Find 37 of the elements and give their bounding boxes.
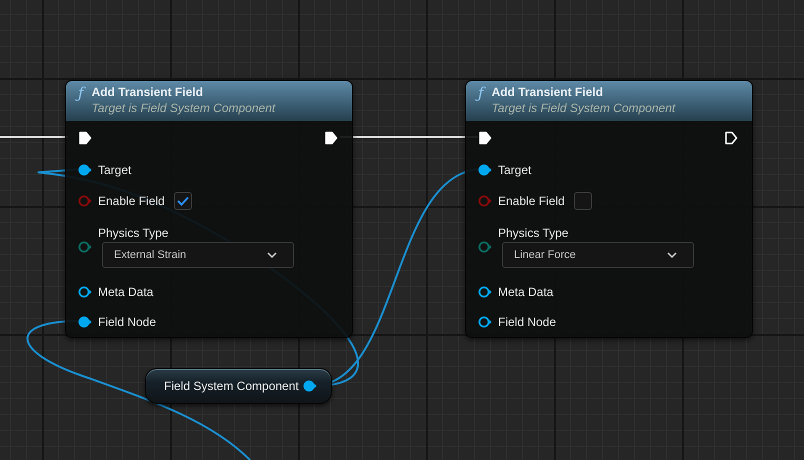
- pin-icon[interactable]: [78, 316, 92, 328]
- pin-icon[interactable]: [478, 316, 492, 328]
- pin-icon[interactable]: [78, 241, 92, 253]
- exec-pin-icon[interactable]: [78, 131, 92, 145]
- function-node[interactable]: ƒ Add Transient Field Target is Field System Component Target Enable Field Physics Type External Strain Meta Data Field Node: [65, 80, 353, 338]
- chevron-down-icon: [267, 252, 277, 258]
- pin-icon[interactable]: [478, 286, 492, 298]
- pin-label: Field Node: [98, 315, 156, 329]
- physics-type-dropdown[interactable]: Linear Force: [502, 242, 694, 268]
- pin-label: Field Node: [498, 315, 556, 329]
- pin-icon[interactable]: [478, 164, 492, 176]
- node-title: Add Transient Field: [92, 84, 204, 100]
- pin-label: Target: [498, 163, 532, 177]
- pin-label: Enable Field: [98, 194, 165, 208]
- exec-wire: [0, 136, 68, 138]
- exec-pin-icon[interactable]: [724, 131, 738, 145]
- node-title: Add Transient Field: [492, 84, 604, 100]
- node-subtitle: Target is Field System Component: [492, 100, 676, 117]
- pin-label: Enable Field: [498, 194, 565, 208]
- function-node[interactable]: ƒ Add Transient Field Target is Field System Component Target Enable Field Physics Type Linear Force Meta Data Field Node: [465, 80, 753, 338]
- node-subtitle: Target is Field System Component: [92, 100, 276, 117]
- pin-label: Target: [98, 163, 132, 177]
- pin-icon[interactable]: [78, 164, 92, 176]
- exec-pin-icon[interactable]: [478, 131, 492, 145]
- pin-icon[interactable]: [478, 241, 492, 253]
- chevron-down-icon: [667, 252, 677, 258]
- physics-type-dropdown[interactable]: External Strain: [102, 242, 294, 268]
- exec-pin-icon[interactable]: [324, 131, 338, 145]
- checkbox[interactable]: [574, 192, 592, 210]
- checkbox[interactable]: [174, 192, 192, 210]
- variable-node[interactable]: Field System Component: [145, 368, 332, 404]
- pin-label: Physics Type: [498, 226, 570, 240]
- pin-label: Physics Type: [98, 226, 170, 240]
- pin-label: Meta Data: [498, 285, 554, 299]
- pin-icon[interactable]: [303, 380, 317, 392]
- pin-icon[interactable]: [78, 286, 92, 298]
- pin-label: Meta Data: [98, 285, 154, 299]
